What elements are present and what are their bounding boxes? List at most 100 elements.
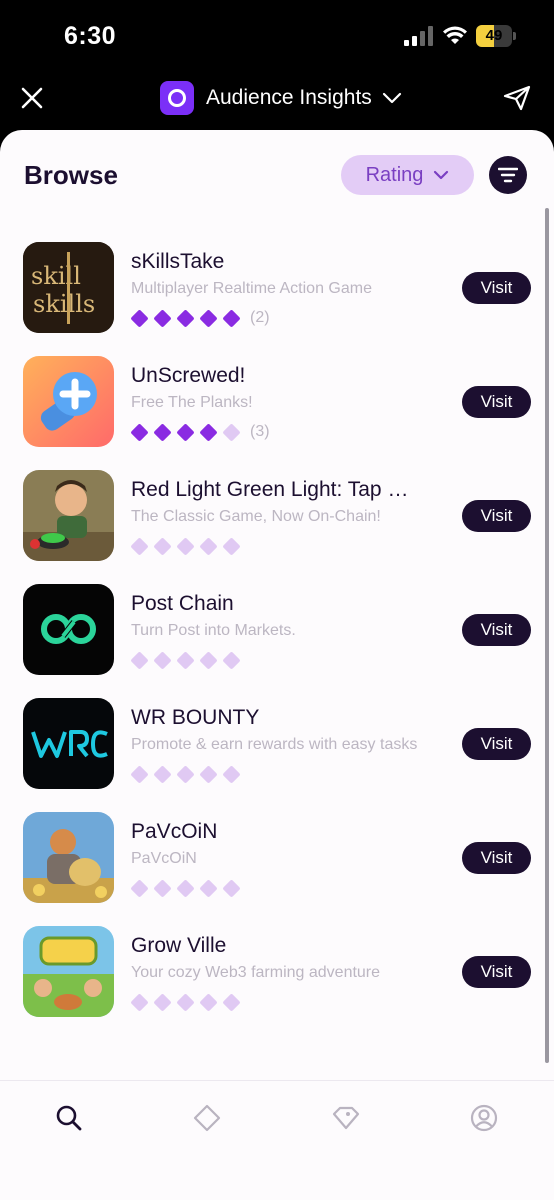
rating-diamond-icon — [199, 878, 218, 898]
svg-text:skills: skills — [33, 290, 95, 318]
rating-diamond-icon — [153, 650, 172, 670]
list-item[interactable]: Post Chain Turn Post into Markets. Visit — [0, 584, 554, 698]
rating-diamond-icon — [153, 308, 172, 328]
item-description: Turn Post into Markets. — [131, 622, 296, 639]
rating-diamond-icon — [130, 764, 149, 784]
rating-stars — [130, 536, 250, 556]
send-icon[interactable] — [503, 85, 531, 111]
rating-diamond-icon — [222, 650, 241, 670]
rating-diamond-icon — [176, 878, 195, 898]
cellular-signal-icon — [404, 26, 433, 46]
diamond-icon[interactable] — [192, 1103, 222, 1133]
rating-diamond-icon — [222, 536, 241, 556]
svg-text:skill: skill — [31, 262, 81, 290]
rating-diamond-icon — [153, 878, 172, 898]
rating-diamond-icon — [153, 422, 172, 442]
list-item[interactable]: WR BOUNTY Promote & earn rewards with ea… — [0, 698, 554, 812]
browse-sheet: Browse Rating skill skills sKillsTake Mu… — [0, 130, 554, 1200]
page-title: Browse — [24, 160, 118, 190]
item-name: Grow Ville — [131, 934, 227, 957]
filter-button[interactable] — [489, 156, 527, 194]
rating-diamond-icon — [199, 650, 218, 670]
rating-diamond-icon — [130, 308, 149, 328]
status-bar: 6:30 49 — [0, 0, 554, 70]
item-description: Multiplayer Realtime Action Game — [131, 280, 372, 297]
pavcoin-icon — [23, 812, 114, 903]
rating-diamond-icon — [176, 536, 195, 556]
rating-stars — [130, 878, 250, 898]
rating-stars — [130, 992, 250, 1012]
app-logo-icon — [160, 81, 194, 115]
battery-indicator: 49 — [476, 25, 516, 47]
visit-button[interactable]: Visit — [462, 386, 531, 418]
rating-diamond-icon — [222, 878, 241, 898]
rating-diamond-icon — [222, 992, 241, 1012]
review-count: (2) — [250, 309, 270, 326]
battery-level: 49 — [485, 27, 503, 44]
unscrewed-icon — [23, 356, 114, 447]
visit-button[interactable]: Visit — [462, 842, 531, 874]
visit-button[interactable]: Visit — [462, 500, 531, 532]
profile-icon[interactable] — [469, 1103, 499, 1133]
grow-ville-icon — [23, 926, 114, 1017]
rating-diamond-icon — [199, 764, 218, 784]
review-count: (3) — [250, 423, 270, 440]
app-title: Audience Insights — [206, 86, 372, 109]
app-switcher[interactable]: Audience Insights — [160, 80, 402, 116]
rating-diamond-icon — [130, 878, 149, 898]
rating-stars: (3) — [130, 422, 270, 442]
visit-button[interactable]: Visit — [462, 272, 531, 304]
item-description: Free The Planks! — [131, 394, 253, 411]
search-icon[interactable] — [54, 1103, 84, 1133]
rating-diamond-icon — [153, 992, 172, 1012]
scrollbar[interactable] — [545, 208, 549, 1063]
item-name: UnScrewed! — [131, 364, 246, 387]
sort-label: Rating — [365, 163, 424, 186]
rating-diamond-icon — [176, 992, 195, 1012]
list-item[interactable]: skill skills sKillsTake Multiplayer Real… — [0, 242, 554, 356]
rating-diamond-icon — [199, 992, 218, 1012]
wr-bounty-icon — [23, 698, 114, 789]
item-name: PaVcOiN — [131, 820, 218, 843]
rating-diamond-icon — [176, 764, 195, 784]
item-name: Post Chain — [131, 592, 234, 615]
tag-icon[interactable] — [331, 1103, 361, 1133]
item-name: WR BOUNTY — [131, 706, 260, 729]
rating-diamond-icon — [199, 536, 218, 556]
rating-diamond-icon — [199, 422, 218, 442]
list-item[interactable]: Grow Ville Your cozy Web3 farming advent… — [0, 926, 554, 1040]
visit-button[interactable]: Visit — [462, 956, 531, 988]
chevron-down-icon — [434, 170, 449, 180]
rating-diamond-icon — [130, 422, 149, 442]
chevron-down-icon — [382, 92, 401, 104]
wifi-icon — [443, 26, 467, 44]
item-description: Your cozy Web3 farming adventure — [131, 964, 381, 981]
rating-diamond-icon — [153, 536, 172, 556]
bottom-nav — [0, 1080, 554, 1200]
rating-diamond-icon — [176, 422, 195, 442]
list-item[interactable]: PaVcOiN PaVcOiN Visit — [0, 812, 554, 926]
visit-button[interactable]: Visit — [462, 614, 531, 646]
rating-diamond-icon — [153, 764, 172, 784]
item-name: Red Light Green Light: Tap … — [131, 478, 409, 501]
close-icon[interactable] — [18, 84, 46, 112]
item-name: sKillsTake — [131, 250, 225, 273]
rating-diamond-icon — [130, 650, 149, 670]
status-time: 6:30 — [64, 22, 117, 50]
rating-diamond-icon — [222, 308, 241, 328]
skillstake-icon: skill skills — [23, 242, 114, 333]
rating-stars: (2) — [130, 308, 270, 328]
filter-icon — [498, 167, 518, 183]
list-item[interactable]: UnScrewed! Free The Planks! (3) Visit — [0, 356, 554, 470]
post-chain-icon — [23, 584, 114, 675]
sort-dropdown[interactable]: Rating — [341, 155, 474, 195]
rating-diamond-icon — [176, 650, 195, 670]
rating-stars — [130, 764, 250, 784]
rating-diamond-icon — [199, 308, 218, 328]
visit-button[interactable]: Visit — [462, 728, 531, 760]
item-description: The Classic Game, Now On-Chain! — [131, 508, 381, 525]
list-item[interactable]: Red Light Green Light: Tap … The Classic… — [0, 470, 554, 584]
item-description: PaVcOiN — [131, 850, 197, 867]
rating-diamond-icon — [130, 992, 149, 1012]
red-light-green-light-icon — [23, 470, 114, 561]
